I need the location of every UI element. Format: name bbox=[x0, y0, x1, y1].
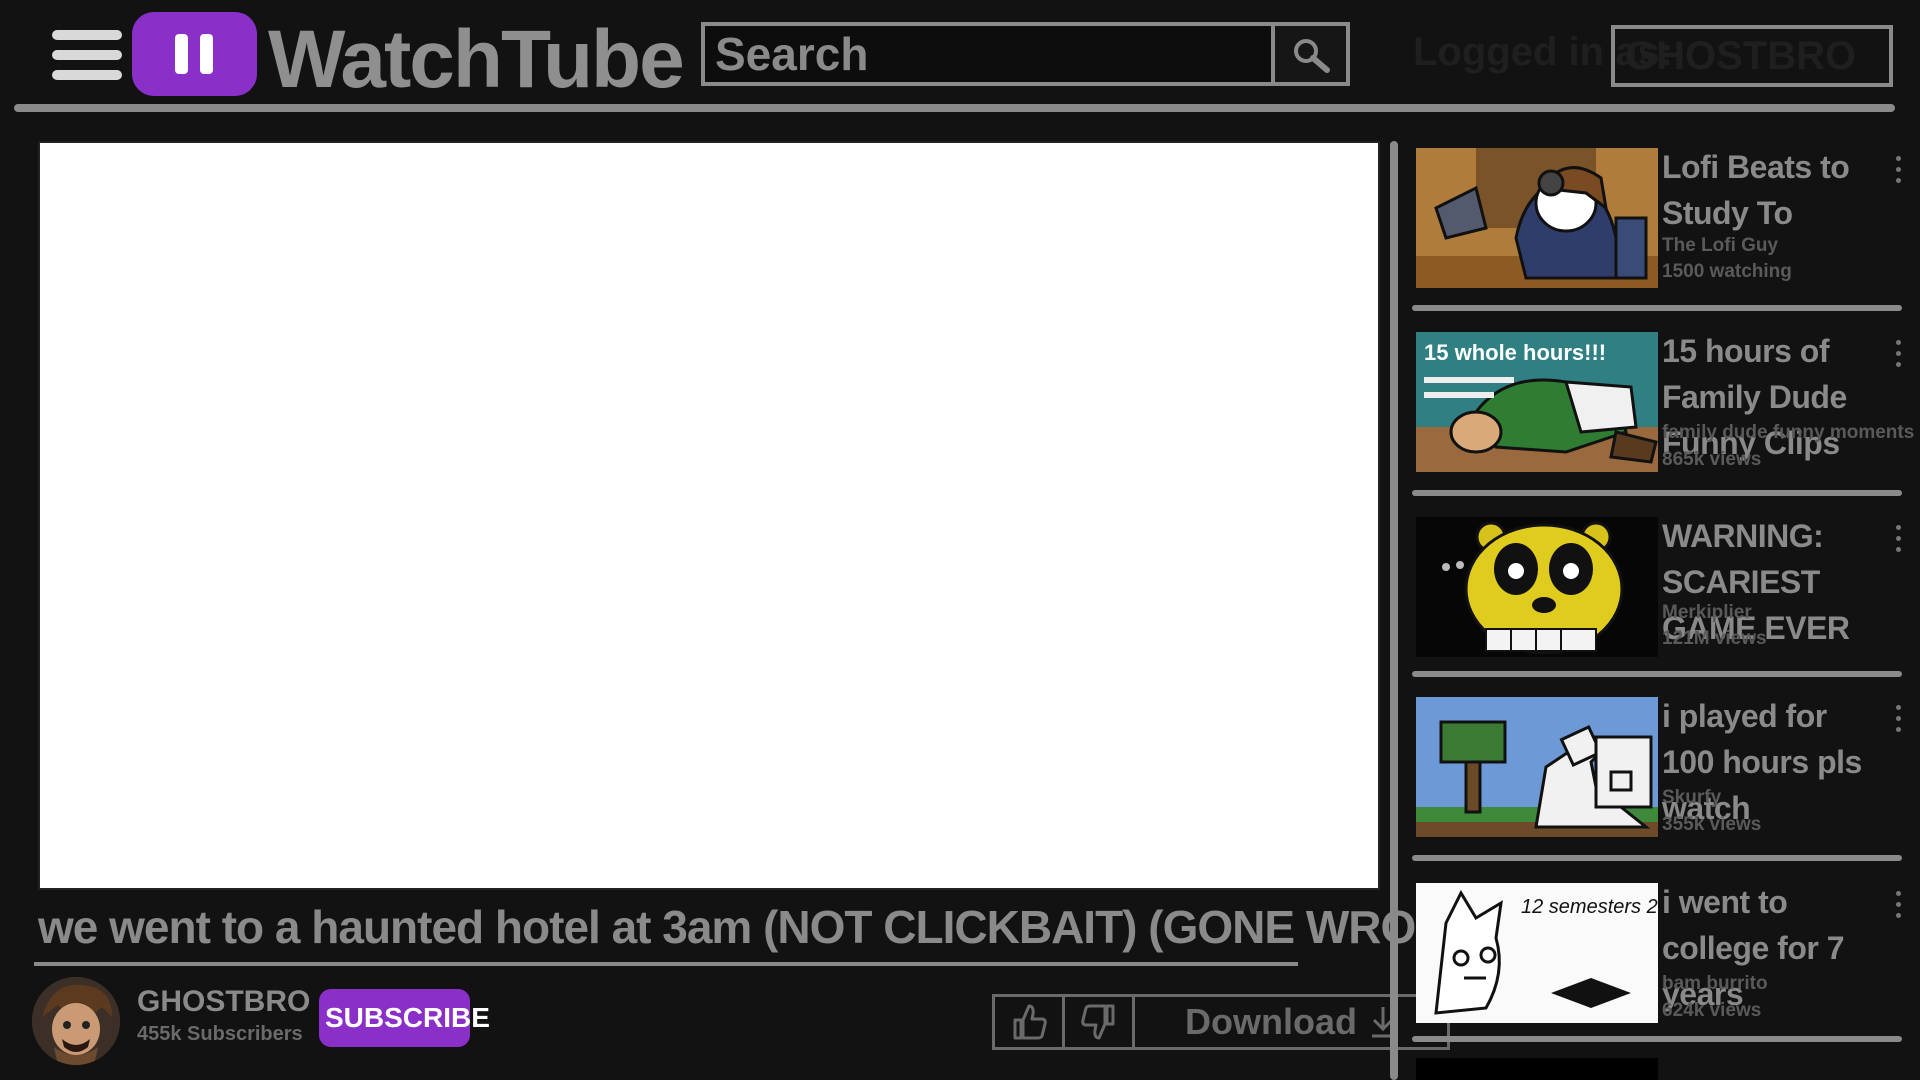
more-options-icon[interactable] bbox=[1894, 703, 1902, 737]
recommendation-item[interactable] bbox=[1412, 1058, 1902, 1080]
sidebar-divider bbox=[1390, 141, 1398, 1080]
top-bar: WatchTube Logged in as: GHOSTBRO bbox=[0, 0, 1920, 112]
channel-avatar[interactable] bbox=[32, 977, 120, 1065]
app-logo-text[interactable]: WatchTube bbox=[268, 10, 685, 110]
search-box bbox=[701, 22, 1281, 86]
video-actions: Download bbox=[992, 994, 1450, 1050]
recommendation-channel: bam burrito bbox=[1662, 973, 1768, 994]
thumbs-down-icon bbox=[1080, 1004, 1114, 1040]
header-divider bbox=[14, 104, 1895, 112]
family-dude-thumbnail: 15 whole hours!!! bbox=[1416, 332, 1658, 472]
more-options-icon[interactable] bbox=[1894, 523, 1902, 557]
video-player[interactable] bbox=[38, 141, 1380, 890]
recommendation-divider bbox=[1412, 305, 1902, 311]
recommendation-title: i went to college for 7 years bbox=[1662, 884, 1845, 1012]
recommendation-meta: 355k views bbox=[1662, 814, 1762, 835]
subscribe-button[interactable]: SUBSCRIBE bbox=[319, 989, 490, 1047]
recommendation-meta: 865k views bbox=[1662, 449, 1762, 470]
recommendation-divider bbox=[1412, 671, 1902, 677]
search-input[interactable] bbox=[705, 26, 1281, 82]
download-button[interactable]: Download bbox=[1135, 997, 1447, 1047]
search-button[interactable] bbox=[1275, 22, 1350, 86]
download-label: Download bbox=[1185, 1001, 1357, 1042]
more-options-icon[interactable] bbox=[1894, 889, 1902, 923]
more-options-icon[interactable] bbox=[1894, 154, 1902, 188]
username-box[interactable]: GHOSTBRO bbox=[1611, 25, 1893, 87]
recommendation-title: 15 hours of Family Dude Funny Clips bbox=[1662, 333, 1847, 461]
like-button[interactable] bbox=[995, 997, 1065, 1047]
magnifier-icon bbox=[1294, 39, 1330, 73]
recommendation-meta: 1500 watching bbox=[1662, 261, 1792, 282]
video-title: we went to a haunted hotel at 3am (NOT C… bbox=[38, 901, 1555, 953]
recommendation-item[interactable]: Lofi Beats to Study To The Lofi Guy 1500… bbox=[1412, 148, 1902, 328]
recommendation-channel: The Lofi Guy bbox=[1662, 235, 1779, 256]
more-options-icon[interactable] bbox=[1894, 338, 1902, 372]
recommendation-meta: 121M views bbox=[1662, 628, 1767, 649]
dislike-button[interactable] bbox=[1065, 997, 1135, 1047]
recommendation-item[interactable]: 12 semesters 23 fails 2 felonies i went … bbox=[1412, 883, 1902, 1063]
recommendation-channel: Merkiplier bbox=[1662, 602, 1752, 623]
recommendation-divider bbox=[1412, 855, 1902, 861]
recommendation-title: Lofi Beats to Study To bbox=[1662, 149, 1850, 231]
recommendation-channel: family dude funny moments bbox=[1662, 422, 1915, 443]
recommendation-item[interactable]: WARNING: SCARIEST GAME EVER Merkiplier 1… bbox=[1412, 517, 1902, 697]
recommendation-divider bbox=[1412, 1036, 1902, 1042]
yellow-bear-thumbnail bbox=[1416, 517, 1658, 657]
channel-name[interactable]: GHOSTBRO bbox=[137, 985, 310, 1019]
pause-logo-icon[interactable] bbox=[132, 12, 257, 96]
recommendation-item[interactable]: i played for 100 hours pls watch Skurfy … bbox=[1412, 697, 1902, 877]
next-thumbnail bbox=[1416, 1058, 1658, 1080]
recommendation-item[interactable]: 15 whole hours!!! 15 hours of Family Dud… bbox=[1412, 332, 1914, 512]
thumbnail-caption: 15 whole hours!!! bbox=[1424, 340, 1606, 365]
recommendation-channel: Skurfy bbox=[1662, 787, 1722, 808]
thumbnail-caption: 12 semesters 23 fails 2 felonies bbox=[1521, 896, 1658, 918]
recommendation-meta: 624k views bbox=[1662, 1000, 1762, 1021]
thumbs-up-icon bbox=[1013, 1004, 1047, 1040]
college-drawing-thumbnail: 12 semesters 23 fails 2 felonies bbox=[1416, 883, 1658, 1023]
hamburger-menu-icon[interactable] bbox=[52, 30, 122, 80]
recommendation-divider bbox=[1412, 490, 1902, 496]
lofi-study-thumbnail bbox=[1416, 148, 1658, 288]
title-underline bbox=[34, 962, 1298, 966]
subscriber-count: 455k Subscribers bbox=[137, 1023, 303, 1045]
recommendation-title: i played for 100 hours pls watch bbox=[1662, 698, 1862, 826]
block-game-thumbnail bbox=[1416, 697, 1658, 837]
